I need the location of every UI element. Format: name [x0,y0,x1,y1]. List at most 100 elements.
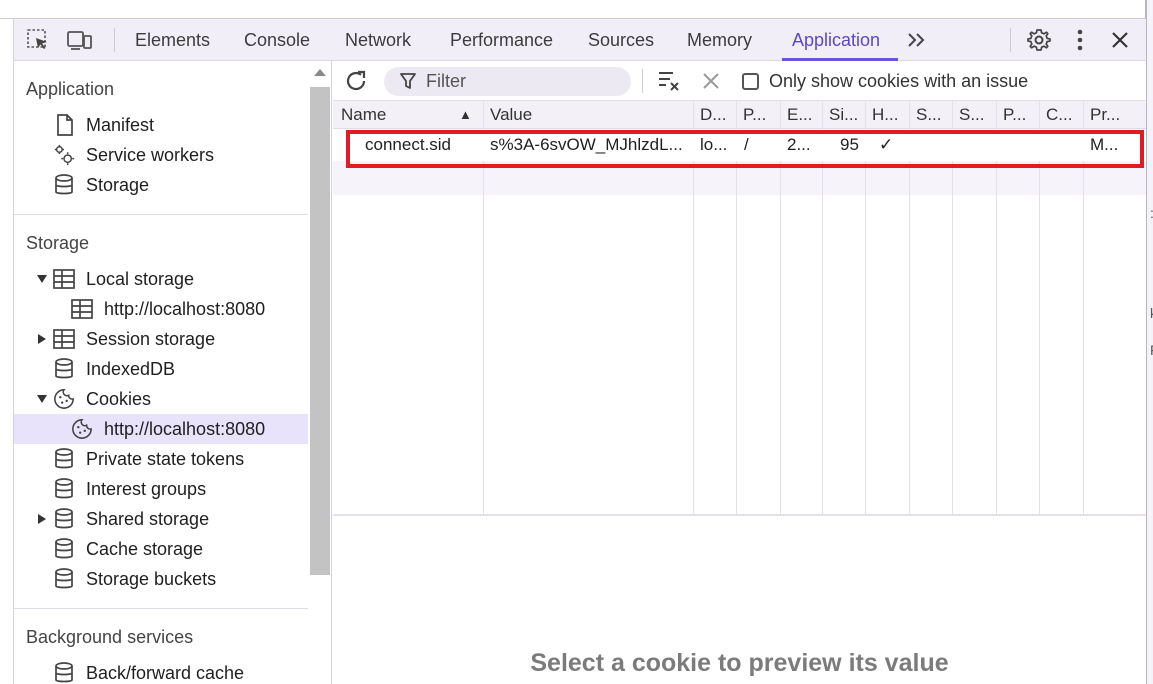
sidebar-item-label: Service workers [86,144,215,165]
filter-input-container[interactable] [384,67,631,96]
application-sidebar: Application Manifest Service workers Sto… [14,61,308,684]
sidebar-item-storage[interactable]: Storage [14,170,308,200]
more-tabs-icon[interactable] [904,27,930,53]
refresh-icon[interactable] [343,68,369,94]
sidebar-item-label: Cookies [86,388,152,409]
sidebar-item-label: http://localhost:8080 [104,418,266,439]
inspect-element-icon[interactable] [25,27,51,53]
sidebar-item-label: Storage buckets [86,568,217,589]
sidebar-item-label: Manifest [86,114,155,135]
cookie-icon [71,418,93,440]
column-header-expires[interactable]: E... [787,105,813,125]
sidebar-item-label: Interest groups [86,478,207,499]
tab-console[interactable]: Console [244,19,310,61]
database-icon [53,358,75,380]
sidebar-item-label: IndexedDB [86,358,176,379]
sidebar-item-cookies-origin[interactable]: http://localhost:8080 [14,414,308,444]
device-toolbar-icon[interactable] [67,27,93,53]
cookies-table: Name ▲ Value D... P... E... Si... H... S… [333,101,1146,514]
column-header-httponly[interactable]: H... [872,105,898,125]
more-options-icon[interactable] [1067,27,1093,53]
sidebar-item-label: Back/forward cache [86,662,245,683]
sidebar-item-local-storage-origin[interactable]: http://localhost:8080 [14,294,308,324]
database-icon [53,174,75,196]
column-header-partition-key[interactable]: P... [1003,105,1026,125]
column-header-samesite[interactable]: S... [959,105,985,125]
cookie-icon [53,388,75,410]
tab-application[interactable]: Application [781,19,899,61]
tab-performance[interactable]: Performance [450,19,553,61]
devtools-toolbar: Elements Console Network Performance Sou… [14,19,1146,61]
column-header-cross-site[interactable]: C... [1046,105,1072,125]
tab-network[interactable]: Network [345,19,411,61]
collapsed-triangle-icon[interactable] [36,333,48,345]
devtools-panel: Elements Console Network Performance Sou… [13,19,1146,684]
database-icon [53,448,75,470]
collapsed-triangle-icon[interactable] [36,513,48,525]
browser-top-strip [0,0,1145,19]
column-header-size[interactable]: Si... [829,105,858,125]
tab-memory[interactable]: Memory [687,19,752,61]
control-divider [642,69,643,93]
gears-icon [53,144,75,166]
sidebar-item-interest-groups[interactable]: Interest groups [14,474,308,504]
column-header-secure[interactable]: S... [916,105,942,125]
sidebar-item-session-storage[interactable]: Session storage [14,324,308,354]
database-icon [53,508,75,530]
clear-filtered-cookies-icon[interactable] [656,68,682,94]
column-header-domain[interactable]: D... [700,105,726,125]
sidebar-item-label: http://localhost:8080 [104,298,266,319]
table-icon [53,328,75,350]
column-header-value[interactable]: Value [490,105,532,125]
only-issue-checkbox[interactable] [742,73,759,90]
section-heading-background-services: Background services [26,627,194,647]
column-header-name[interactable]: Name [341,105,386,125]
column-header-priority[interactable]: Pr... [1090,105,1120,125]
expanded-triangle-icon[interactable] [36,393,48,405]
scroll-up-arrow-icon[interactable] [314,69,326,76]
sidebar-item-label: Shared storage [86,508,210,529]
database-icon [53,538,75,560]
section-heading-storage: Storage [26,233,90,253]
delete-selected-icon[interactable] [698,68,724,94]
table-icon [53,268,75,290]
sidebar-item-local-storage[interactable]: Local storage [14,264,308,294]
tab-sources[interactable]: Sources [588,19,654,61]
filter-funnel-icon [400,73,416,95]
expanded-triangle-icon[interactable] [36,273,48,285]
database-icon [53,662,75,684]
sidebar-item-label: Session storage [86,328,216,349]
annotation-highlight-box [346,130,1144,168]
database-icon [53,478,75,500]
only-issue-label[interactable]: Only show cookies with an issue [769,71,1028,92]
cookies-control-bar: Only show cookies with an issue [333,61,1146,101]
sidebar-item-service-workers[interactable]: Service workers [14,140,308,170]
sidebar-item-indexeddb[interactable]: IndexedDB [14,354,308,384]
tab-elements[interactable]: Elements [135,19,210,61]
table-preview-divider[interactable] [333,514,1146,516]
sidebar-item-label: Local storage [86,268,195,289]
sidebar-item-storage-buckets[interactable]: Storage buckets [14,564,308,594]
section-heading-application: Application [26,79,115,99]
sidebar-item-cache-storage[interactable]: Cache storage [14,534,308,564]
sidebar-item-back-forward-cache[interactable]: Back/forward cache [14,658,308,684]
sidebar-divider [14,608,308,609]
filter-input[interactable] [424,71,624,92]
file-icon [54,114,76,136]
sidebar-item-private-state-tokens[interactable]: Private state tokens [14,444,308,474]
sidebar-item-cookies[interactable]: Cookies [14,384,308,414]
sidebar-scroll-thumb[interactable] [310,87,330,575]
toolbar-divider [114,28,115,52]
sidebar-item-manifest[interactable]: Manifest [14,110,308,140]
cookie-preview-placeholder: Select a cookie to preview its value [530,649,949,677]
sort-ascending-icon[interactable]: ▲ [459,107,472,122]
database-icon [53,568,75,590]
close-devtools-icon[interactable] [1107,27,1133,53]
sidebar-item-shared-storage[interactable]: Shared storage [14,504,308,534]
table-icon [71,298,93,320]
cookies-view: Only show cookies with an issue Name ▲ V… [333,61,1146,684]
settings-gear-icon[interactable] [1026,27,1052,53]
sidebar-item-label: Storage [86,174,150,195]
sidebar-scrollbar[interactable] [308,61,332,684]
column-header-path[interactable]: P... [743,105,766,125]
